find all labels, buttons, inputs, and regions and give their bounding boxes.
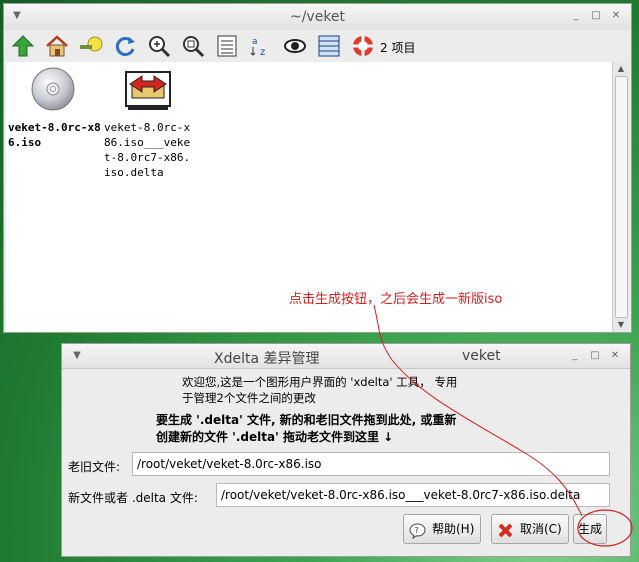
close-icon[interactable]: ✕ <box>609 9 623 23</box>
help-button[interactable]: ? 帮助(H) <box>403 514 482 544</box>
old-file-field[interactable]: /root/veket/veket-8.0rc-x86.iso <box>132 452 610 476</box>
xdelta-window: ▼ Xdelta 差异管理 veket _ □ ✕ 欢迎您,这是一个图形用户界面… <box>61 343 631 557</box>
list-view-icon[interactable] <box>214 33 240 59</box>
help-button-label: 帮助(H) <box>432 522 475 536</box>
scroll-up-icon[interactable]: ▲ <box>613 62 629 76</box>
generate-button-label: 生成 <box>578 522 603 536</box>
eye-icon[interactable] <box>282 33 308 59</box>
cancel-icon <box>497 521 514 538</box>
window-title: ~/veket <box>289 9 346 25</box>
maximize-icon[interactable]: □ <box>589 9 603 23</box>
detail-view-icon[interactable] <box>316 33 342 59</box>
maximize-icon[interactable]: □ <box>588 349 602 363</box>
new-file-field[interactable]: /root/veket/veket-8.0rc-x86.iso___veket-… <box>216 483 610 507</box>
help-bubble-icon: ? <box>409 521 426 540</box>
zoom-in-icon[interactable] <box>146 33 172 59</box>
vertical-scrollbar[interactable]: ▲ ▼ <box>612 62 629 332</box>
up-arrow-icon[interactable] <box>10 33 36 59</box>
help-icon[interactable] <box>350 33 376 59</box>
generate-button[interactable]: 生成 <box>573 514 608 544</box>
window-menu-icon[interactable]: ▼ <box>70 349 84 363</box>
instruction-line-2: 创建新的文件 '.delta' 拖动老文件到这里 ↓ <box>156 430 394 444</box>
delta-file-icon <box>124 66 172 114</box>
welcome-line-2: 于管理2个文件之间的更改 <box>182 391 316 405</box>
old-file-label: 老旧文件: <box>68 460 121 474</box>
welcome-text: 欢迎您,这是一个图形用户界面的 'xdelta' 工具， 专用 于管理2个文件之… <box>182 374 457 406</box>
minimize-icon[interactable]: _ <box>568 349 582 363</box>
file-manager-window: ▼ ~/veket _ □ ✕ az 2 项目 veket-8.0rc-x86.… <box>3 3 632 333</box>
xdelta-title-host: veket <box>462 348 501 364</box>
xdelta-title: Xdelta 差异管理 <box>214 351 320 367</box>
new-file-label: 新文件或者 .delta 文件: <box>68 491 198 505</box>
file-manager-titlebar[interactable]: ▼ ~/veket _ □ ✕ <box>4 4 631 31</box>
welcome-line-1: 欢迎您,这是一个图形用户界面的 'xdelta' 工具， 专用 <box>182 375 458 389</box>
refresh-icon[interactable] <box>112 33 138 59</box>
home-icon[interactable] <box>44 33 70 59</box>
instruction-line-1: 要生成 '.delta' 文件, 新的和老旧文件拖到此处, 或重新 <box>156 413 457 427</box>
scroll-down-icon[interactable]: ▼ <box>613 318 629 332</box>
sort-az-icon[interactable]: az <box>248 33 274 59</box>
file-label: veket-8.0rc-x86.iso___veket-8.0rc7-x86.i… <box>104 121 191 179</box>
zoom-fit-icon[interactable] <box>180 33 206 59</box>
cancel-button-label: 取消(C) <box>520 522 562 536</box>
instruction-text: 要生成 '.delta' 文件, 新的和老旧文件拖到此处, 或重新 创建新的文件… <box>156 412 456 446</box>
svg-text:z: z <box>260 47 265 58</box>
item-count: 2 项目 <box>380 41 416 55</box>
xdelta-titlebar[interactable]: ▼ Xdelta 差异管理 veket _ □ ✕ <box>62 344 630 369</box>
svg-text:a: a <box>252 37 258 47</box>
minimize-icon[interactable]: _ <box>569 9 583 23</box>
scroll-thumb[interactable] <box>615 76 628 318</box>
svg-text:?: ? <box>415 526 419 535</box>
close-icon[interactable]: ✕ <box>608 349 622 363</box>
cancel-button[interactable]: 取消(C) <box>491 514 569 544</box>
bookmark-icon[interactable] <box>78 33 104 59</box>
file-label: veket-8.0rc-x86.iso <box>8 121 101 149</box>
disc-icon <box>30 66 76 112</box>
annotation-text: 点击生成按钮，之后会生成一新版iso <box>289 292 503 307</box>
toolbar: az 2 项目 <box>4 30 631 62</box>
